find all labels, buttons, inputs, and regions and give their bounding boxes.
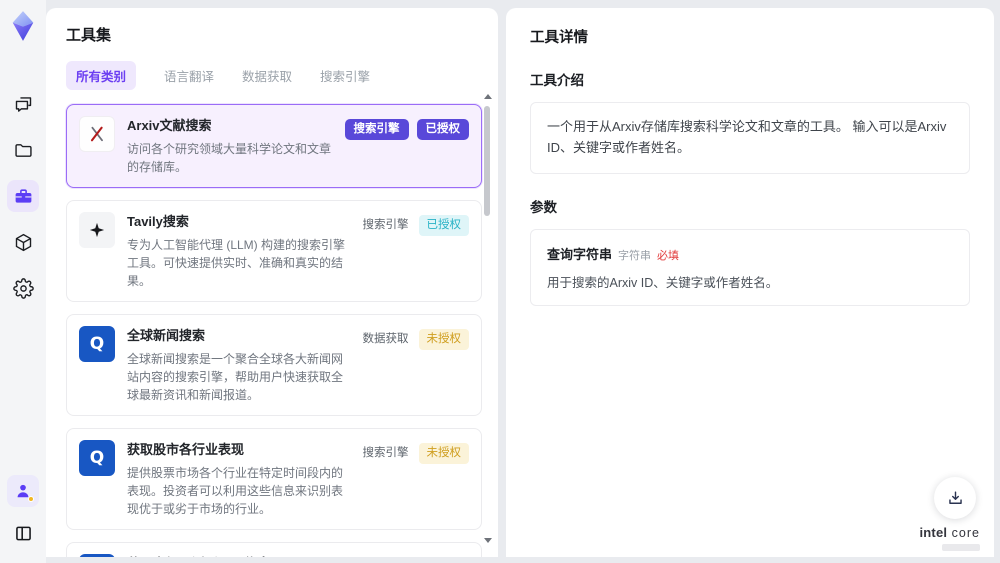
tool-status-tag: 未授权 — [418, 442, 469, 464]
tab-语言翻译[interactable]: 语言翻译 — [164, 61, 214, 90]
tools-panel: 工具集 所有类别 语言翻译 数据获取 搜索引擎 Arxiv文献搜索 访问各个研究领域大… — [46, 8, 498, 557]
tool-category-tag: 搜索引擎 — [362, 446, 409, 459]
tool-title: 获取市场最活跃股票信息 — [127, 554, 349, 557]
arxiv-icon — [79, 116, 115, 152]
tool-title: Arxiv文献搜索 — [127, 118, 212, 133]
toolbox-icon[interactable] — [7, 180, 39, 212]
tool-card[interactable]: Tavily搜索 专为人工智能代理 (LLM) 构建的搜索引擎工具。可快速提供实… — [66, 199, 482, 302]
tool-category-tag: 数据获取 — [362, 332, 409, 345]
tool-status-tag: 已授权 — [418, 214, 469, 236]
tool-category-tag: 搜索引擎 — [344, 119, 409, 140]
tool-title: Tavily搜索 — [127, 213, 189, 229]
scroll-up-arrow[interactable] — [484, 94, 492, 99]
tool-status-tag: 未授权 — [418, 328, 469, 350]
tool-details-panel: 工具详情 工具介绍 一个用于从Arxiv存储库搜索科学论文和文章的工具。 输入可… — [506, 8, 994, 557]
scrollbar-thumb[interactable] — [484, 106, 490, 216]
scroll-down-arrow[interactable] — [484, 538, 492, 543]
parameter-box: 查询字符串 字符串 必填 用于搜索的Arxiv ID、关键字或作者姓名。 — [530, 228, 970, 306]
settings-gear-icon[interactable] — [7, 272, 39, 304]
user-status-dot — [28, 496, 34, 502]
tool-desc: 访问各个研究领域大量科学论文和文章的存储库。 — [127, 141, 332, 174]
tab-搜索引擎[interactable]: 搜索引擎 — [320, 61, 370, 90]
panel-toggle-icon[interactable] — [7, 517, 39, 549]
download-button[interactable] — [934, 477, 976, 519]
brand-core-text: core — [951, 526, 980, 540]
param-name: 查询字符串 — [547, 246, 613, 262]
tool-card[interactable]: Q 全球新闻搜索 全球新闻搜索是一个聚合全球各大新闻网站内容的搜索引擎，帮助用户… — [66, 313, 482, 416]
intel-core-logo: intel core — [919, 524, 980, 551]
param-description: 用于搜索的Arxiv ID、关键字或作者姓名。 — [547, 275, 779, 290]
tools-panel-title: 工具集 — [66, 27, 112, 44]
tab-数据获取[interactable]: 数据获取 — [242, 61, 292, 90]
user-avatar-icon[interactable] — [7, 475, 39, 507]
param-required-badge: 必填 — [657, 249, 680, 262]
category-tabs: 所有类别 语言翻译 数据获取 搜索引擎 — [66, 61, 498, 90]
news-blue-icon: Q — [79, 325, 115, 362]
tool-desc: 提供股票市场各个行业在特定时间段内的表现。投资者可以利用这些信息来识别表现优于或… — [127, 465, 344, 516]
cube-icon[interactable] — [7, 226, 39, 258]
tool-list: Arxiv文献搜索 访问各个研究领域大量科学论文和文章的存储库。 搜索引擎 已授… — [66, 104, 482, 557]
app-window: 工具集 所有类别 语言翻译 数据获取 搜索引擎 Arxiv文献搜索 访问各个研究领域大… — [0, 0, 1000, 563]
icon-sidebar — [0, 0, 46, 563]
tab-所有类别[interactable]: 所有类别 — [66, 61, 137, 90]
tool-card[interactable]: Q 获取市场最活跃股票信息 提供当天交易量最高的股票列表，投资者可以利用这些信息… — [66, 541, 482, 557]
app-logo-icon — [9, 10, 37, 42]
tool-card[interactable]: Q 获取股市各行业表现 提供股票市场各个行业在特定时间段内的表现。投资者可以利用… — [66, 427, 482, 530]
chat-icon[interactable] — [7, 88, 39, 120]
tool-title: 获取股市各行业表现 — [127, 441, 245, 457]
tool-intro-box: 一个用于从Arxiv存储库搜索科学论文和文章的工具。 输入可以是Arxiv ID… — [530, 102, 970, 174]
tools-scrollbar[interactable] — [483, 94, 492, 543]
tool-status-tag: 已授权 — [416, 119, 469, 140]
folder-icon[interactable] — [7, 134, 39, 166]
intro-heading: 工具介绍 — [530, 73, 584, 88]
params-heading: 参数 — [530, 199, 557, 215]
brand-sub-mark — [942, 544, 980, 551]
tool-category-tag: 搜索引擎 — [362, 218, 409, 231]
brand-intel-text: intel — [919, 525, 948, 540]
tool-desc: 专为人工智能代理 (LLM) 构建的搜索引擎工具。可快速提供实时、准确和真实的结… — [127, 237, 346, 288]
tool-desc: 全球新闻搜索是一个聚合全球各大新闻网站内容的搜索引擎，帮助用户快速获取全球最新资… — [127, 351, 344, 402]
tool-title: 全球新闻搜索 — [127, 327, 206, 343]
param-type: 字符串 — [618, 249, 652, 262]
news-blue-icon: Q — [79, 553, 115, 557]
news-blue-icon: Q — [79, 439, 115, 476]
details-title: 工具详情 — [530, 30, 588, 46]
sparkle-icon — [79, 211, 115, 248]
tool-card[interactable]: Arxiv文献搜索 访问各个研究领域大量科学论文和文章的存储库。 搜索引擎 已授… — [66, 104, 482, 188]
